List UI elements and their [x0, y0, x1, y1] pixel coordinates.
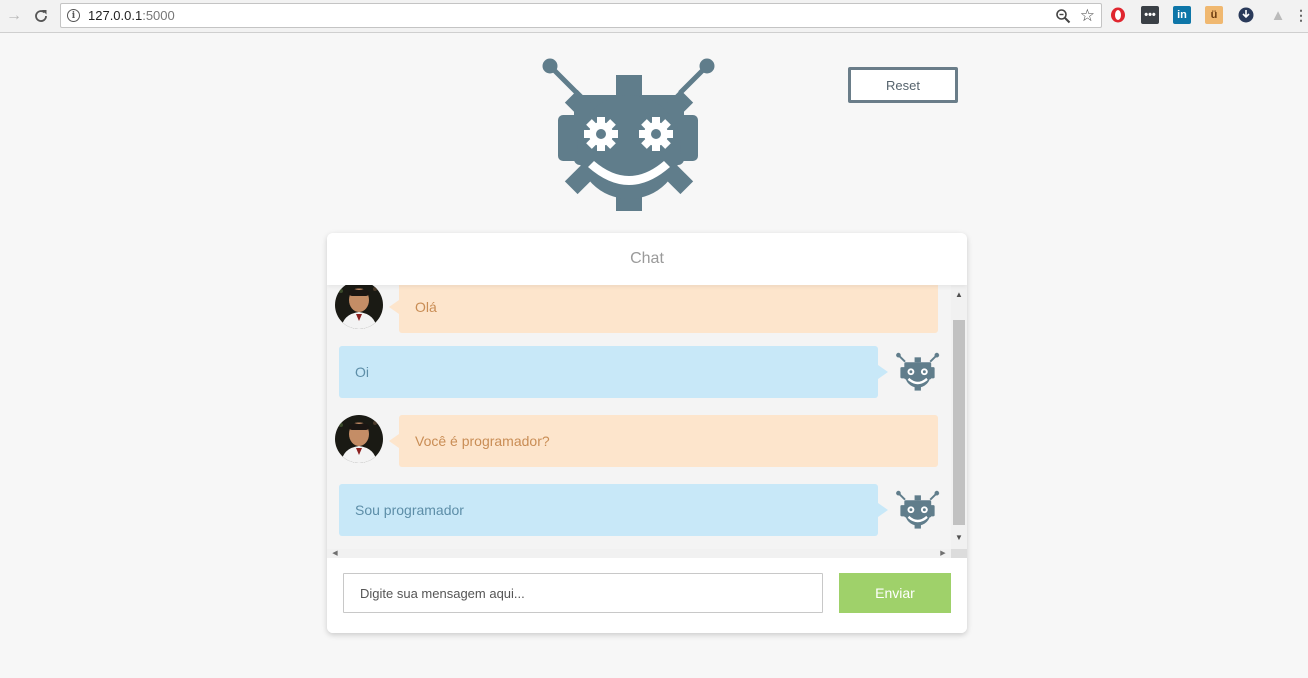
user-message: Você é programador?: [389, 415, 938, 467]
url-text: 127.0.0.1:5000: [88, 8, 175, 23]
url-host: 127.0.0.1: [88, 8, 143, 23]
user-avatar: [335, 285, 383, 329]
bot-message: Sou programador: [339, 484, 888, 536]
horizontal-scrollbar[interactable]: ◀ ▶: [327, 549, 951, 558]
ext-tree-icon[interactable]: ▲: [1269, 6, 1287, 24]
message-text: Sou programador: [355, 502, 464, 518]
reset-button[interactable]: Reset: [848, 67, 958, 103]
message-text: Você é programador?: [415, 433, 550, 449]
message-text: Oi: [355, 364, 369, 380]
message-input[interactable]: [343, 573, 823, 613]
message-text: Olá: [415, 299, 437, 315]
browser-menu-icon[interactable]: ⋮: [1294, 6, 1308, 24]
ext-download-icon[interactable]: [1237, 6, 1255, 24]
chat-title: Chat: [327, 233, 967, 285]
message-list[interactable]: Olá Oi Você é programador? Sou programad…: [327, 285, 951, 549]
address-bar[interactable]: i 127.0.0.1:5000 ☆: [60, 3, 1102, 28]
site-info-icon[interactable]: i: [67, 9, 80, 22]
send-button[interactable]: Enviar: [839, 573, 951, 613]
scrollbar-thumb[interactable]: [953, 320, 965, 525]
ext-dots-icon[interactable]: •••: [1141, 6, 1159, 24]
zoom-icon[interactable]: [1055, 8, 1071, 24]
browser-toolbar: → i 127.0.0.1:5000 ☆ ••• in ü ▲ ⋮: [0, 0, 1308, 33]
scrollbar-corner: [951, 549, 967, 558]
bookmark-star-icon[interactable]: ☆: [1080, 6, 1095, 26]
url-port: :5000: [142, 8, 175, 23]
reload-icon[interactable]: [30, 5, 52, 27]
arrow-forward-icon[interactable]: →: [3, 5, 25, 27]
opera-icon[interactable]: [1109, 6, 1127, 24]
bot-avatar-icon: [896, 350, 940, 394]
scroll-up-icon[interactable]: ▲: [951, 287, 967, 301]
bot-message: Oi: [339, 346, 888, 398]
scroll-down-icon[interactable]: ▼: [951, 530, 967, 544]
user-message: Olá: [389, 285, 938, 333]
robot-logo: [540, 55, 720, 215]
chat-panel: Chat Olá Oi Você é programador? Sou prog…: [327, 233, 967, 633]
user-avatar: [335, 415, 383, 463]
bot-avatar-icon: [896, 488, 940, 532]
linkedin-icon[interactable]: in: [1173, 6, 1191, 24]
ext-face-icon[interactable]: ü: [1205, 6, 1223, 24]
composer: Enviar: [327, 558, 967, 633]
vertical-scrollbar[interactable]: ▲ ▼: [951, 285, 967, 549]
